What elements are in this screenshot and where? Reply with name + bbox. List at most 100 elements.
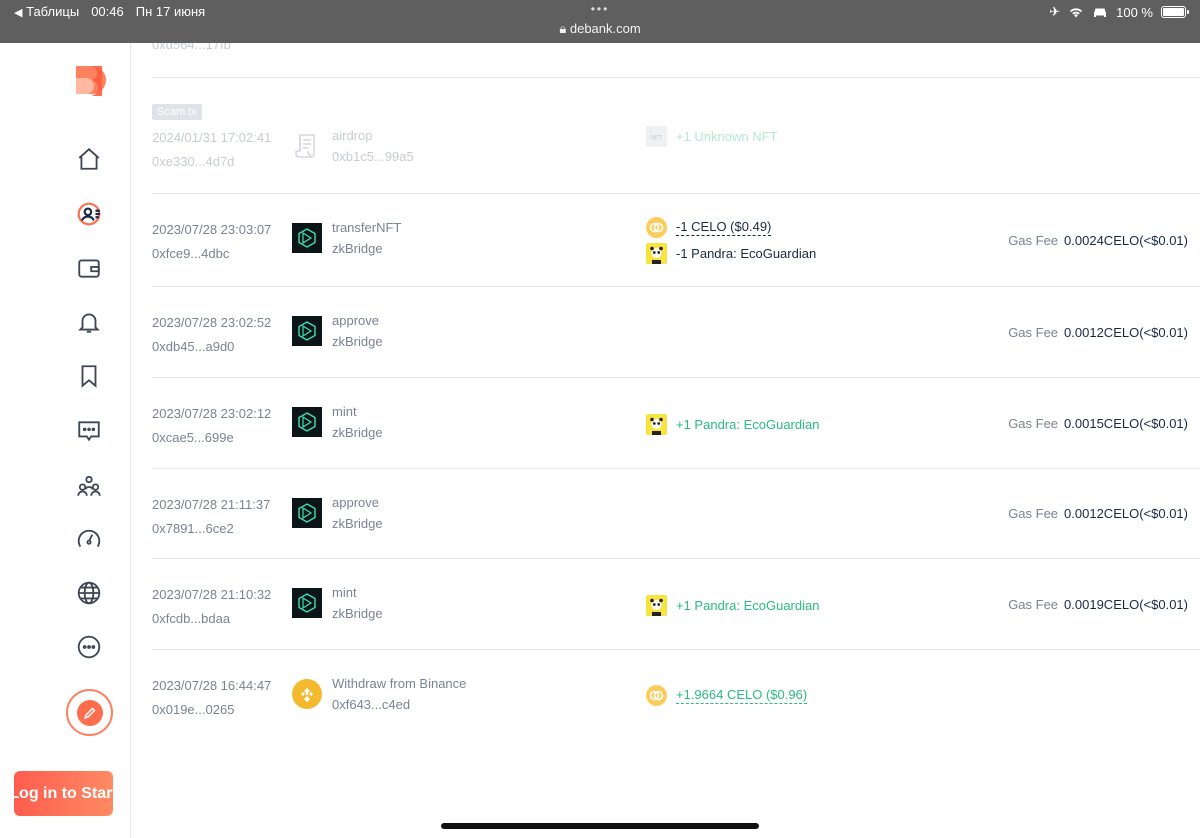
table-row[interactable]: Scam tx 2024/01/31 17:02:41 0xe330...4d7d a… [152,78,1200,194]
gas-fee-value: 0.0024CELO(<$0.01) [1064,232,1188,248]
bookmark-icon[interactable] [74,361,104,391]
tx-time: 2023/07/28 23:02:52 [152,315,272,330]
car-icon [1094,8,1107,17]
tx-app-link[interactable]: zkBridge [332,334,383,349]
globe-icon[interactable] [74,578,104,608]
tx-method: airdrop [332,128,373,143]
community-icon[interactable] [74,471,104,501]
zkbridge-icon [292,498,322,528]
tx-time: 2023/07/28 23:02:12 [152,406,272,421]
tx-app-link[interactable]: zkBridge [332,425,383,440]
tx-time: 2023/07/28 16:44:47 [152,678,272,693]
scam-badge: Scam tx [152,104,202,120]
token-amount[interactable]: -1 CELO ($0.49) [676,219,772,236]
battery-percent: 100 % [1116,4,1153,20]
transaction-list: 0xd564...17fb Scam tx 2024/01/31 17:02:41… [131,43,1200,838]
zkbridge-icon [292,316,322,346]
tx-hash-link[interactable]: 0xdb45...a9d0 [152,339,234,354]
tx-method: mint [332,404,357,419]
gas-fee: Gas Fee 0.0015CELO(<$0.01) [1008,416,1188,431]
tx-time: 2023/07/28 21:10:32 [152,587,272,602]
gas-fee: Gas Fee 0.0012CELO(<$0.01) [1008,506,1188,521]
token-change: +1.9664 CELO ($0.96) [646,685,808,706]
tx-method: transferNFT [332,220,402,235]
gas-fee-label: Gas Fee [1008,506,1059,521]
celo-icon [646,216,667,238]
gas-fee: Gas Fee 0.0024CELO(<$0.01) [1008,233,1188,248]
gas-fee-value: 0.0012CELO(<$0.01) [1064,506,1188,521]
wifi-icon [1070,8,1083,18]
tx-method: Withdraw from Binance [332,676,467,691]
multitask-dots[interactable]: ••• [0,2,1200,16]
gas-fee-label: Gas Fee [1008,324,1059,340]
pandra-icon [646,242,667,264]
token-change: +1 Pandra: EcoGuardian [646,413,820,435]
table-row[interactable]: 2023/07/28 23:02:12 0xcae5...699e mint zkBr… [152,378,1200,469]
table-row[interactable]: 2023/07/28 21:10:32 0xfcdb...bdaa mint zkBr… [152,559,1200,650]
token-amount: +1 Pandra: EcoGuardian [676,597,820,613]
pandra-icon [646,413,667,435]
login-button[interactable]: Log in to Start [9,771,118,816]
gas-fee: Gas Fee 0.0019CELO(<$0.01) [1008,597,1188,612]
chat-icon[interactable] [74,416,104,446]
wallet-icon[interactable] [74,253,104,283]
tx-app-link[interactable]: zkBridge [332,606,383,621]
zkbridge-icon [292,588,322,618]
tx-app-link[interactable]: zkBridge [332,516,383,531]
tx-app-link[interactable]: 0xb1c5...99a5 [332,149,414,164]
tx-method: approve [332,313,379,328]
lock-icon: 🔒︎ [559,21,567,36]
nft-icon: NFT [646,126,667,147]
home-icon[interactable] [74,144,104,174]
token-amount: -1 Pandra: EcoGuardian [676,245,817,261]
gas-fee-value: 0.0015CELO(<$0.01) [1064,415,1188,431]
celo-icon [646,685,667,706]
bell-icon[interactable] [74,307,104,337]
tx-hash-link[interactable]: 0x7891...6ce2 [152,521,234,536]
pandra-icon [646,594,667,616]
token-change: -1 Pandra: EcoGuardian [646,242,817,264]
token-amount: +1 Pandra: EcoGuardian [676,416,820,432]
profile-icon[interactable] [74,199,104,229]
battery-icon [1161,6,1189,18]
token-amount: +1 Unknown NFT [676,129,778,144]
table-row[interactable]: 2023/07/28 23:02:52 0xdb45...a9d0 approve z… [152,287,1200,378]
tx-hash-link[interactable]: 0x019e...0265 [152,702,234,717]
tx-hash-link[interactable]: 0xfcdb...bdaa [152,611,230,626]
table-row[interactable]: 2023/07/28 16:44:47 0x019e...0265 Withdraw… [152,650,1200,740]
token-change: -1 CELO ($0.49) [646,216,772,238]
tx-app-link[interactable]: 0xf643...c4ed [332,697,410,712]
tx-time: 2023/07/28 23:03:07 [152,222,272,237]
gas-fee-value: 0.0012CELO(<$0.01) [1064,324,1188,340]
tx-method: approve [332,495,379,510]
airplane-icon: ✈ [1049,4,1061,19]
gauge-icon[interactable] [74,524,104,554]
token-amount[interactable]: +1.9664 CELO ($0.96) [676,687,808,704]
zkbridge-icon [292,407,322,437]
home-indicator[interactable] [441,823,759,829]
tx-app-link[interactable]: zkBridge [332,241,383,256]
pencil-icon [83,706,96,719]
gas-fee-value: 0.0019CELO(<$0.01) [1064,596,1188,612]
gas-fee: Gas Fee 0.0012CELO(<$0.01) [1008,325,1188,340]
zkbridge-icon [292,223,322,253]
tx-time: 2023/07/28 21:11:37 [152,497,271,512]
table-row[interactable]: 2023/07/28 23:03:07 0xfce9...4dbc transfer… [152,194,1200,287]
svg-text:NFT: NFT [651,136,663,142]
gas-fee-label: Gas Fee [1008,232,1059,248]
tx-hash-link[interactable]: 0xe330...4d7d [152,154,234,169]
table-row[interactable]: 2023/07/28 21:11:37 0x7891...6ce2 approve z… [152,469,1200,559]
tx-hash-link[interactable]: 0xcae5...699e [152,430,234,445]
binance-icon [292,679,322,709]
more-icon[interactable] [74,632,104,662]
token-change: +1 Pandra: EcoGuardian [646,594,820,616]
address-bar[interactable]: 🔒︎ debank.com [0,21,1200,37]
debank-logo-icon[interactable] [72,63,108,99]
compose-button[interactable] [66,689,113,736]
table-row [152,43,1200,78]
scroll-icon [292,131,322,161]
tx-hash-link[interactable]: 0xfce9...4dbc [152,246,229,261]
gas-fee-label: Gas Fee [1008,415,1059,431]
token-change: NFT +1 Unknown NFT [646,126,778,147]
tx-time: 2024/01/31 17:02:41 [152,130,272,145]
